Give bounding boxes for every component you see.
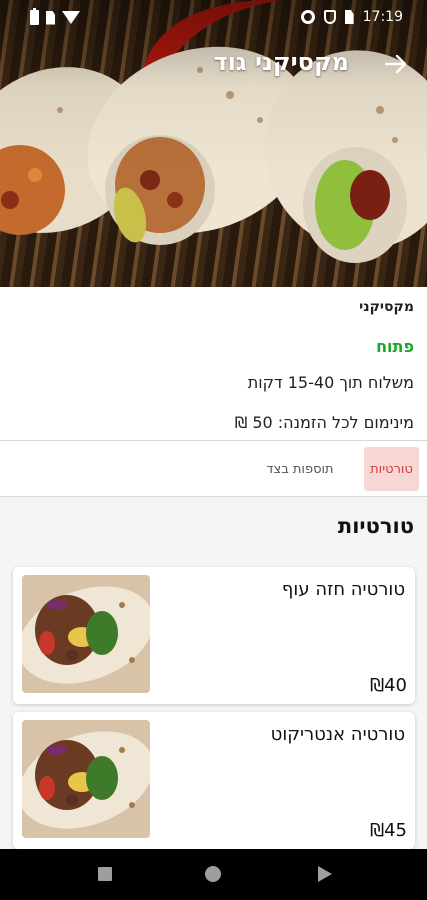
section-title: טורטיות xyxy=(337,514,414,538)
category-tabs: טורטיות תוספות בצד xyxy=(0,447,427,491)
sd-card-icon xyxy=(344,10,354,24)
item-name: טורטיה חזה עוף xyxy=(281,579,405,600)
system-nav-bar xyxy=(0,849,427,900)
hero-image xyxy=(0,0,427,287)
tab-label: טורטיות xyxy=(370,461,413,477)
divider xyxy=(0,440,427,441)
delivery-time: משלוח תוך 15-40 דקות xyxy=(247,373,414,392)
status-time: 17:19 xyxy=(362,9,403,25)
home-button[interactable] xyxy=(200,861,226,887)
status-bar: 17:19 xyxy=(0,0,427,36)
triangle-icon xyxy=(318,866,332,882)
sim-card-icon xyxy=(46,10,55,25)
recents-button[interactable] xyxy=(92,861,118,887)
restaurant-category: מקסיקני xyxy=(359,299,414,315)
item-name: טורטיה אנטריקוט xyxy=(270,724,405,745)
battery-icon xyxy=(30,8,39,25)
shield-icon xyxy=(323,10,336,24)
tab-tortillas[interactable]: טורטיות xyxy=(364,447,419,491)
open-status: פתוח xyxy=(376,337,414,356)
arrow-right-icon xyxy=(384,54,407,74)
page-title: מקסיקני גוד xyxy=(213,48,349,76)
square-icon xyxy=(98,867,112,881)
item-photo xyxy=(22,720,150,838)
minimum-order: מינימום לכל הזמנה: 50 ₪ xyxy=(234,413,414,432)
menu-item-card[interactable]: טורטיה אנטריקוט ₪45 xyxy=(13,712,415,849)
item-photo xyxy=(22,575,150,693)
circle-icon xyxy=(205,866,221,882)
wifi-icon xyxy=(62,11,80,24)
menu-list: טורטיות טורטיה חזה עוף ₪40 טורטיה אנטריק… xyxy=(0,497,427,849)
back-nav-button[interactable] xyxy=(311,861,337,887)
item-price: ₪40 xyxy=(369,675,407,696)
app-bar: מקסיקני גוד xyxy=(0,45,427,85)
tab-label: תוספות בצד xyxy=(266,461,334,477)
tab-side-dishes[interactable]: תוספות בצד xyxy=(245,447,355,491)
back-button[interactable] xyxy=(381,49,411,79)
item-price: ₪45 xyxy=(369,820,407,841)
settings-icon xyxy=(300,10,315,24)
menu-item-card[interactable]: טורטיה חזה עוף ₪40 xyxy=(13,567,415,704)
